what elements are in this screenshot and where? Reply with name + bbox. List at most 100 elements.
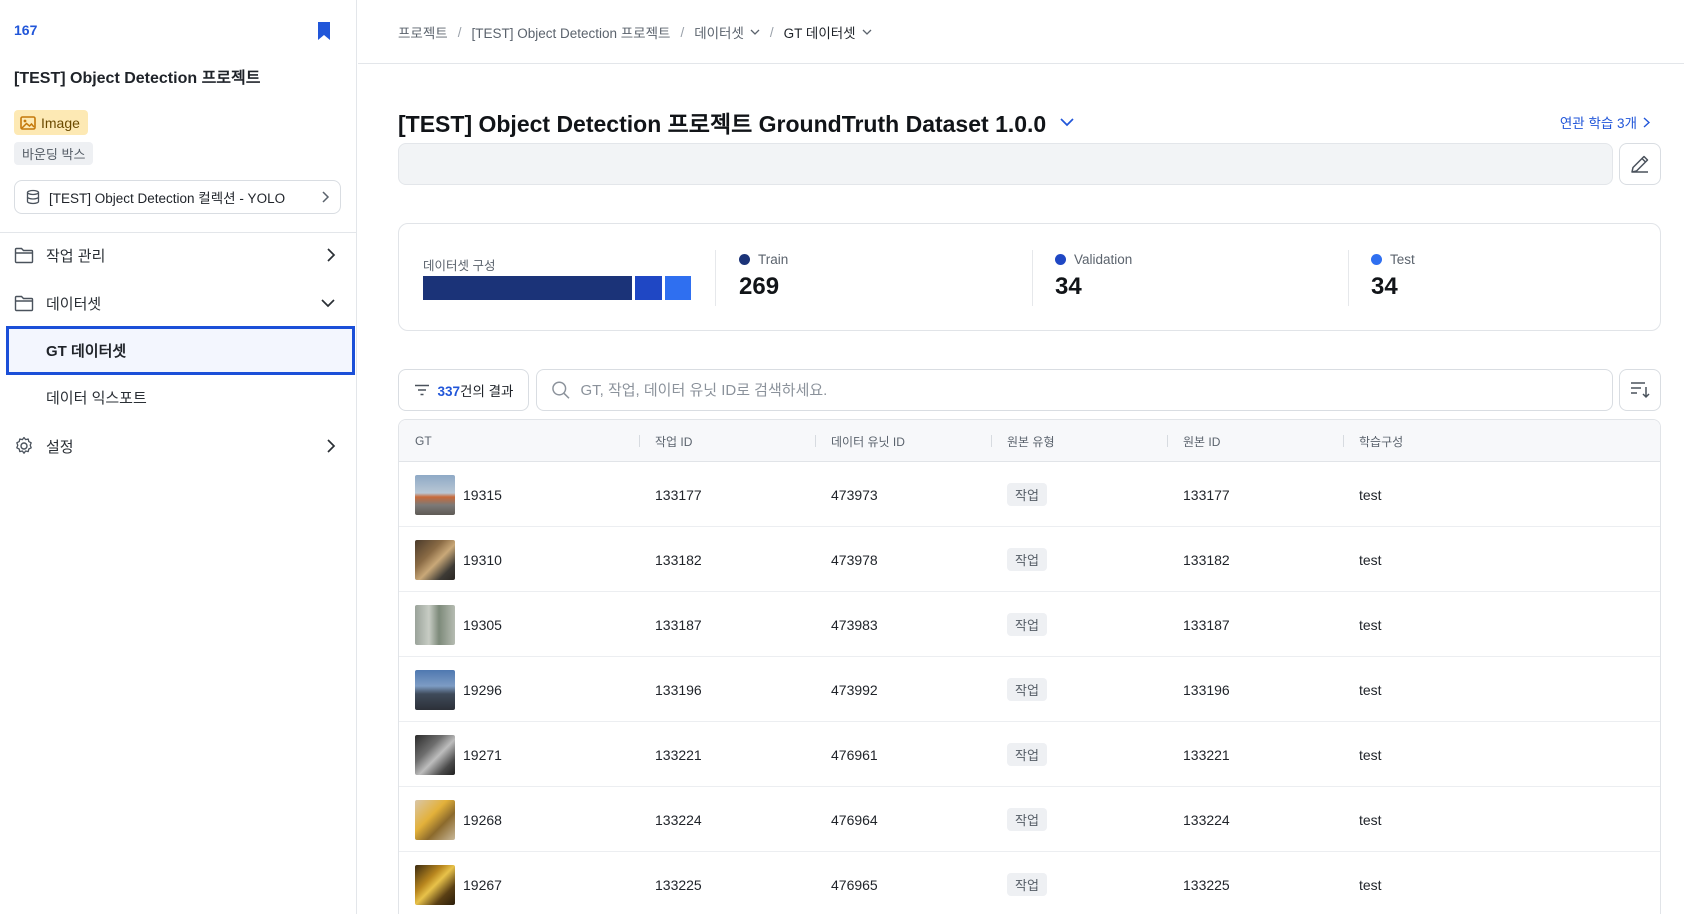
folder-icon (14, 247, 34, 263)
column-header-unit-id[interactable]: 데이터 유닛 ID (815, 420, 905, 462)
result-suffix: 건의 결과 (460, 384, 514, 399)
breadcrumb-projects[interactable]: 프로젝트 (398, 22, 448, 42)
source-id-cell: 133225 (1183, 876, 1230, 893)
source-type-tag: 작업 (1007, 808, 1047, 831)
composition-bar-train (423, 276, 633, 300)
breadcrumb-project[interactable]: [TEST] Object Detection 프로젝트 (471, 22, 670, 42)
chevron-right-icon (327, 248, 336, 262)
composition-bar-validation (635, 276, 662, 300)
filter-button[interactable]: 337건의 결과 (398, 369, 529, 411)
unit-id-cell: 473978 (831, 551, 878, 568)
thumbnail-image[interactable] (415, 604, 455, 645)
gt-cell: 19267 (415, 852, 502, 914)
sidebar-item-label: 설정 (46, 438, 74, 456)
source-id-cell: 133196 (1183, 681, 1230, 698)
folder-icon (14, 295, 34, 311)
thumbnail-image[interactable] (415, 799, 455, 840)
edit-description-button[interactable] (1619, 143, 1661, 185)
split-cell: test (1359, 681, 1382, 698)
breadcrumb-separator: / (680, 24, 685, 40)
column-separator (1343, 435, 1344, 447)
sidebar-divider (0, 232, 357, 233)
table-row[interactable]: 19271 133221 476961 작업 133221 test (399, 722, 1660, 787)
sort-button[interactable] (1619, 369, 1661, 411)
stat-label: Validation (1074, 252, 1133, 267)
source-type-tag: 작업 (1007, 613, 1047, 636)
table-row[interactable]: 19268 133224 476964 작업 133224 test (399, 787, 1660, 852)
split-cell: test (1359, 746, 1382, 763)
column-header-label: 데이터 유닛 ID (831, 434, 905, 449)
gt-table: GT 작업 ID 데이터 유닛 ID 원본 유형 원본 ID 학습구성 1931… (398, 419, 1661, 914)
composition-bar (423, 276, 691, 300)
stat-label: Train (758, 252, 789, 267)
dataset-composition-card: 데이터셋 구성 Train 269 Validation 34 Test 34 (398, 223, 1661, 331)
source-type-cell: 작업 (1007, 722, 1047, 787)
stat-divider (1348, 250, 1349, 306)
bookmark-icon[interactable] (314, 20, 334, 42)
search-input[interactable] (580, 381, 1598, 399)
column-header-task-id[interactable]: 작업 ID (639, 420, 693, 462)
source-type-tag: 작업 (1007, 548, 1047, 571)
collection-label: [TEST] Object Detection 컬렉션 - YOLO (49, 191, 286, 206)
split-cell: test (1359, 486, 1382, 503)
stat-test: Test 34 (1371, 252, 1415, 301)
column-header-split[interactable]: 학습구성 (1343, 420, 1403, 462)
composition-bar-test (664, 276, 691, 300)
gt-cell: 19271 (415, 722, 502, 787)
gt-id: 19271 (463, 746, 502, 763)
sidebar-item-settings[interactable]: 설정 (14, 426, 344, 466)
collection-link[interactable]: [TEST] Object Detection 컬렉션 - YOLO (14, 180, 341, 214)
description-field[interactable] (398, 143, 1613, 185)
sidebar-item-tasks[interactable]: 작업 관리 (14, 235, 344, 275)
thumbnail-image[interactable] (415, 734, 455, 775)
sidebar-item-label: 데이터셋 (46, 295, 102, 313)
unit-id-cell: 476965 (831, 876, 878, 893)
source-type-cell: 작업 (1007, 462, 1047, 527)
breadcrumb-gt-dataset[interactable]: GT 데이터셋 (784, 22, 872, 42)
search-box[interactable] (536, 369, 1613, 411)
project-id: 167 (14, 22, 38, 38)
source-type-cell: 작업 (1007, 592, 1047, 657)
column-header-source-id[interactable]: 원본 ID (1167, 420, 1221, 462)
thumbnail-image[interactable] (415, 474, 455, 515)
thumbnail-image[interactable] (415, 864, 455, 905)
column-separator (815, 435, 816, 447)
task-id-cell: 133225 (655, 876, 702, 893)
validation-dot-icon (1055, 254, 1066, 265)
table-row[interactable]: 19315 133177 473973 작업 133177 test (399, 462, 1660, 527)
database-icon (26, 189, 40, 205)
sidebar-item-datasets[interactable]: 데이터셋 (14, 283, 344, 323)
table-row[interactable]: 19296 133196 473992 작업 133196 test (399, 657, 1660, 722)
source-id-cell: 133221 (1183, 746, 1230, 763)
breadcrumb-datasets[interactable]: 데이터셋 (694, 22, 760, 42)
table-row[interactable]: 19310 133182 473978 작업 133182 test (399, 527, 1660, 592)
annotation-type-badge: 바운딩 박스 (14, 142, 94, 165)
table-row[interactable]: 19305 133187 473983 작업 133187 test (399, 592, 1660, 657)
breadcrumb-label: GT 데이터셋 (783, 26, 856, 41)
source-type-tag: 작업 (1007, 678, 1047, 701)
dataset-title: [TEST] Object Detection 프로젝트 GroundTruth… (398, 111, 1047, 137)
column-header-label: 작업 ID (655, 434, 693, 449)
chevron-down-icon[interactable] (1060, 117, 1074, 127)
related-training-link[interactable]: 연관 학습 3개 (1560, 112, 1650, 132)
source-id-cell: 133182 (1183, 551, 1230, 568)
stat-validation: Validation 34 (1055, 252, 1132, 301)
column-header-source-type[interactable]: 원본 유형 (991, 420, 1055, 462)
table-row[interactable]: 19267 133225 476965 작업 133225 test (399, 852, 1660, 914)
column-header-label: 원본 ID (1183, 434, 1221, 449)
task-id-cell: 133196 (655, 681, 702, 698)
thumbnail-image[interactable] (415, 669, 455, 710)
column-header-gt[interactable]: GT (415, 420, 432, 462)
source-type-cell: 작업 (1007, 527, 1047, 592)
dataset-title-row: [TEST] Object Detection 프로젝트 GroundTruth… (398, 105, 1074, 139)
column-header-label: 원본 유형 (1007, 434, 1055, 449)
chevron-right-icon (1643, 116, 1650, 128)
header-divider (358, 63, 1684, 64)
source-id-cell: 133187 (1183, 616, 1230, 633)
sidebar-item-gt-dataset[interactable]: GT 데이터셋 (6, 326, 355, 375)
thumbnail-image[interactable] (415, 539, 455, 580)
sidebar-item-data-export[interactable]: 데이터 익스포트 (6, 373, 355, 422)
unit-id-cell: 473983 (831, 616, 878, 633)
source-type-tag: 작업 (1007, 483, 1047, 506)
split-cell: test (1359, 551, 1382, 568)
